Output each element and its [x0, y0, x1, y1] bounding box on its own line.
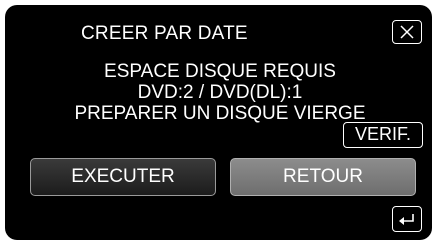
verify-button[interactable]: VERIF.: [343, 122, 423, 148]
dialog-title: CREER PAR DATE: [81, 23, 248, 44]
back-button[interactable]: RETOUR: [230, 158, 416, 196]
message-line-required-space: ESPACE DISQUE REQUIS: [104, 61, 336, 82]
dialog-message: ESPACE DISQUE REQUIS DVD:2 / DVD(DL):1 P…: [45, 61, 395, 124]
message-line-disc-count: DVD:2 / DVD(DL):1: [137, 82, 303, 103]
close-button[interactable]: [392, 20, 422, 44]
message-line-prepare-disc: PREPARER UN DISQUE VIERGE: [74, 103, 366, 124]
return-button[interactable]: [392, 206, 422, 232]
camera-screen: CREER PAR DATE ESPACE DISQUE REQUIS DVD:…: [0, 0, 437, 245]
return-arrow-icon: [399, 214, 414, 225]
close-x-icon: [400, 25, 414, 39]
execute-button[interactable]: EXECUTER: [30, 158, 216, 196]
dialog-panel: CREER PAR DATE ESPACE DISQUE REQUIS DVD:…: [5, 5, 432, 240]
